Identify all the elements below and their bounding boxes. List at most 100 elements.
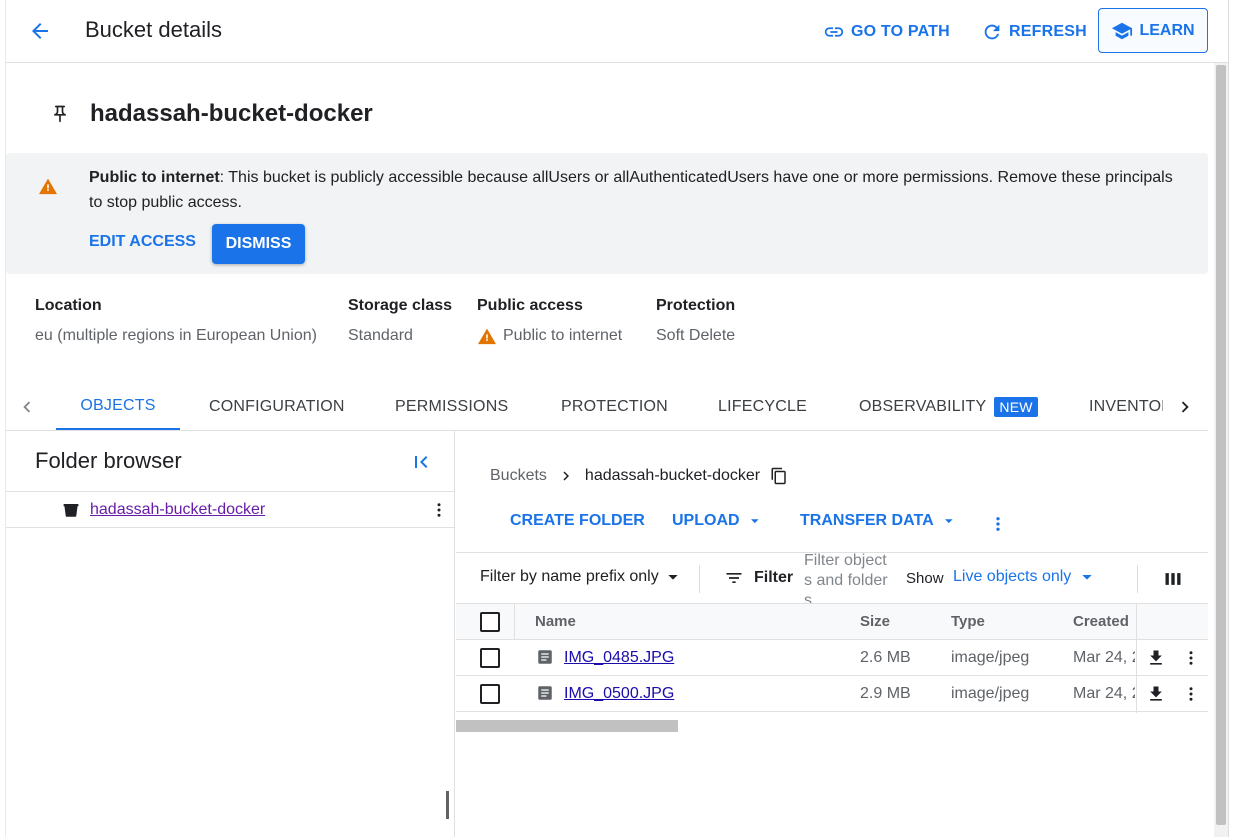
arrow-drop-down-icon xyxy=(1082,575,1092,580)
more-vert-icon[interactable] xyxy=(430,499,448,521)
table-row: IMG_0485.JPG 2.6 MB image/jpeg Mar 24, 2 xyxy=(456,640,1208,676)
property-value: Standard xyxy=(348,327,413,344)
filter-button[interactable]: Filter xyxy=(724,568,793,588)
divider xyxy=(514,604,515,640)
file-size: 2.6 MB xyxy=(860,649,911,666)
scrollbar-thumb[interactable] xyxy=(1216,65,1226,825)
upload-button[interactable]: UPLOAD xyxy=(672,506,762,536)
collapse-panel-icon[interactable] xyxy=(409,450,433,474)
tab-inventory[interactable]: INVENTOR xyxy=(1089,384,1163,430)
copy-icon[interactable] xyxy=(770,466,788,486)
row-checkbox[interactable] xyxy=(480,684,500,704)
tab-observability[interactable]: OBSERVABILITY NEW xyxy=(859,384,1038,430)
bucket-tabs: OBJECTS CONFIGURATION PERMISSIONS PROTEC… xyxy=(6,384,1208,431)
file-type: image/jpeg xyxy=(951,649,1030,666)
property-label: Protection xyxy=(656,297,736,314)
pin-icon[interactable] xyxy=(50,104,70,124)
tab-observability-label: OBSERVABILITY xyxy=(859,398,987,415)
more-actions-icon[interactable] xyxy=(989,509,1007,539)
column-header-type[interactable]: Type xyxy=(951,613,985,630)
table-header: Name Size Type Created xyxy=(456,603,1208,640)
warning-icon xyxy=(478,328,496,345)
filter-label: Filter xyxy=(754,569,794,586)
bucket-icon xyxy=(63,504,79,517)
tab-protection[interactable]: PROTECTION xyxy=(561,384,668,430)
go-to-path-button[interactable]: GO TO PATH xyxy=(823,0,950,63)
folder-browser-title: Folder browser xyxy=(35,448,182,473)
horizontal-scrollbar-thumb[interactable] xyxy=(456,720,678,732)
filter-mode-value: Filter by name prefix only xyxy=(480,568,659,585)
property-value: Soft Delete xyxy=(656,327,736,344)
bucket-details-window: Bucket details GO TO PATH REFRESH LEARN … xyxy=(0,0,1229,837)
refresh-icon xyxy=(984,24,1000,39)
select-all-checkbox[interactable] xyxy=(480,612,500,632)
vertical-scrollbar[interactable] xyxy=(1214,63,1228,837)
file-icon xyxy=(538,650,552,664)
tab-objects[interactable]: OBJECTS xyxy=(56,384,180,430)
property-label: Public access xyxy=(477,297,583,314)
more-vert-icon[interactable] xyxy=(1182,648,1200,668)
folder-tree-item[interactable]: hadassah-bucket-docker xyxy=(6,491,455,528)
tabs-scroll-right-button[interactable] xyxy=(1170,392,1200,422)
column-header-name[interactable]: Name xyxy=(535,613,576,630)
refresh-label: REFRESH xyxy=(1009,22,1087,40)
download-icon[interactable] xyxy=(1146,648,1166,668)
tab-configuration[interactable]: CONFIGURATION xyxy=(209,384,345,430)
create-folder-button[interactable]: CREATE FOLDER xyxy=(510,506,645,536)
breadcrumb: Buckets hadassah-bucket-docker xyxy=(490,466,788,486)
column-header-created[interactable]: Created xyxy=(1073,613,1129,630)
property-value: eu (multiple regions in European Union) xyxy=(35,327,317,344)
upload-label: UPLOAD xyxy=(672,512,740,529)
divider xyxy=(1137,565,1138,593)
bucket-title-row: hadassah-bucket-docker xyxy=(50,100,373,128)
filter-list-icon xyxy=(726,573,742,583)
back-button[interactable] xyxy=(26,17,54,45)
folder-tree-root-link[interactable]: hadassah-bucket-docker xyxy=(90,501,265,519)
panel-resize-handle[interactable] xyxy=(446,791,449,819)
tab-permissions[interactable]: PERMISSIONS xyxy=(395,384,508,430)
new-badge: NEW xyxy=(994,397,1038,417)
chevron-left-icon xyxy=(23,401,31,413)
go-to-path-label: GO TO PATH xyxy=(851,22,950,40)
show-objects-value: Live objects only xyxy=(953,568,1072,585)
table-row: IMG_0500.JPG 2.9 MB image/jpeg Mar 24, 2 xyxy=(456,676,1208,712)
transfer-data-button[interactable]: TRANSFER DATA xyxy=(800,506,956,536)
download-icon[interactable] xyxy=(1146,684,1166,704)
breadcrumb-buckets-link[interactable]: Buckets xyxy=(490,467,547,485)
file-name-link[interactable]: IMG_0485.JPG xyxy=(564,649,674,667)
edit-access-button[interactable]: EDIT ACCESS xyxy=(89,233,196,251)
transfer-data-label: TRANSFER DATA xyxy=(800,512,934,529)
arrow-drop-down-icon xyxy=(668,575,678,580)
warning-icon xyxy=(39,178,57,195)
file-icon xyxy=(538,686,552,700)
filter-mode-select[interactable]: Filter by name prefix only xyxy=(480,568,681,586)
public-access-value: Public to internet xyxy=(503,327,623,344)
file-size: 2.9 MB xyxy=(860,685,911,702)
banner-body: : This bucket is publicly accessible bec… xyxy=(89,169,1173,211)
more-vert-icon[interactable] xyxy=(1182,684,1200,704)
refresh-button[interactable]: REFRESH xyxy=(981,0,1087,63)
folder-browser-panel: Folder browser hadassah-bucket-docker xyxy=(6,431,455,837)
banner-title: Public to internet xyxy=(89,169,220,186)
row-checkbox[interactable] xyxy=(480,648,500,668)
learn-button[interactable]: LEARN xyxy=(1098,8,1208,53)
column-header-size[interactable]: Size xyxy=(860,613,890,630)
filter-input[interactable]: Filter objects and folders xyxy=(804,551,894,611)
property-location: Location eu (multiple regions in Europea… xyxy=(35,297,317,345)
file-type: image/jpeg xyxy=(951,685,1030,702)
property-label: Storage class xyxy=(348,297,453,314)
tabs-scroll-left-button[interactable] xyxy=(12,392,42,422)
sticky-column-divider xyxy=(1136,603,1137,713)
dismiss-button[interactable]: DISMISS xyxy=(212,224,305,264)
show-objects-select[interactable]: Live objects only xyxy=(953,568,1095,586)
column-display-icon[interactable] xyxy=(1163,569,1183,589)
show-label: Show xyxy=(906,570,944,587)
link-icon xyxy=(824,26,844,37)
breadcrumb-current: hadassah-bucket-docker xyxy=(584,467,761,484)
learn-label: LEARN xyxy=(1139,21,1195,39)
school-icon xyxy=(1112,22,1133,39)
public-access-banner: Public to internet: This bucket is publi… xyxy=(6,153,1208,274)
file-name-link[interactable]: IMG_0500.JPG xyxy=(564,685,674,703)
property-storage-class: Storage class Standard xyxy=(348,297,452,345)
tab-lifecycle[interactable]: LIFECYCLE xyxy=(718,384,807,430)
